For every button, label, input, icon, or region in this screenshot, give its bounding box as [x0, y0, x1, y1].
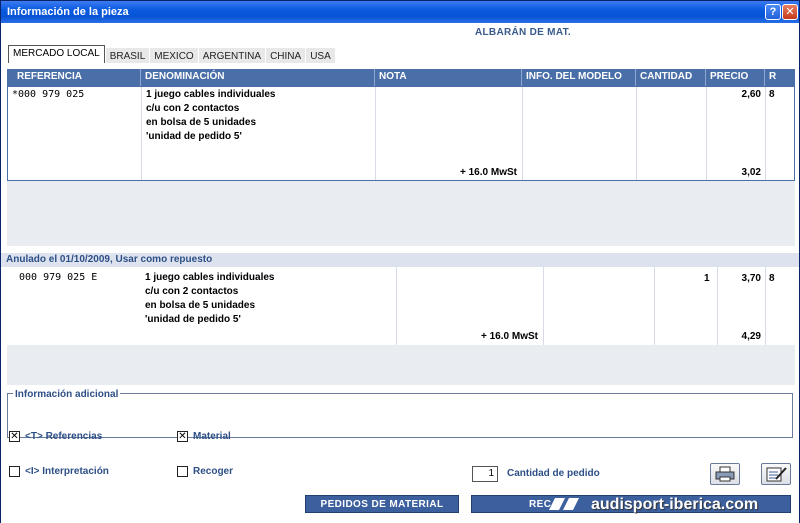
additional-info-label: Información adicional	[13, 389, 121, 400]
price-with-tax: 3,02	[741, 167, 761, 178]
description-line: 'unidad de pedido 5'	[146, 131, 242, 142]
col-nota[interactable]: NOTA	[379, 71, 407, 82]
tax-label: + 16.0 MwSt	[460, 167, 517, 178]
material-label: Material	[193, 431, 231, 442]
divider	[765, 87, 766, 180]
edit-notes-button[interactable]	[761, 463, 791, 485]
window-title: Información de la pieza	[7, 6, 129, 18]
description-line: 1 juego cables individuales	[145, 272, 275, 283]
divider	[543, 267, 544, 345]
col-info-modelo[interactable]: INFO. DEL MODELO	[526, 71, 622, 82]
divider	[635, 69, 636, 86]
table-row[interactable]: 000 979 025 E 1 juego cables individuale…	[7, 267, 795, 345]
divider	[522, 87, 523, 180]
tab-china[interactable]: CHINA	[266, 48, 306, 63]
close-button[interactable]: ✕	[782, 4, 798, 20]
tab-brasil[interactable]: BRASIL	[105, 48, 150, 63]
divider	[705, 69, 706, 86]
tab-mexico[interactable]: MEXICO	[150, 48, 198, 63]
divider	[521, 69, 522, 86]
description-line: c/u con 2 contactos	[146, 103, 240, 114]
part-info-window: Información de la pieza ? ✕ ALBARÁN DE M…	[0, 0, 800, 523]
checkbox-checked-icon[interactable]: ✕	[177, 431, 188, 442]
col-r[interactable]: R	[769, 71, 776, 82]
superseded-notice: Anulado el 01/10/2009, Usar como repuest…	[1, 253, 799, 267]
replacement-reference: 000 979 025 E	[19, 272, 98, 283]
interpretacion-label: <I> Interpretación	[25, 466, 109, 477]
title-bar[interactable]: Información de la pieza ? ✕	[1, 1, 799, 23]
divider	[764, 69, 765, 86]
help-button[interactable]: ?	[765, 4, 781, 20]
checkbox-unchecked-icon[interactable]	[177, 466, 188, 477]
description-line: c/u con 2 contactos	[145, 286, 239, 297]
additional-info-box[interactable]	[7, 393, 793, 438]
market-tabs: MERCADO LOCAL BRASIL MEXICO ARGENTINA CH…	[8, 45, 336, 63]
recoger-label: Recoger	[193, 466, 234, 477]
divider	[140, 69, 141, 86]
tab-mercado-local[interactable]: MERCADO LOCAL	[8, 45, 105, 63]
divider	[717, 267, 718, 345]
empty-area	[7, 181, 795, 246]
audisport-logo-icon	[549, 498, 579, 510]
tax-label: + 16.0 MwSt	[481, 331, 538, 342]
col-cantidad[interactable]: CANTIDAD	[640, 71, 692, 82]
description-line: 1 juego cables individuales	[146, 89, 276, 100]
order-quantity-label: Cantidad de pedido	[507, 468, 600, 479]
description-line: en bolsa de 5 unidades	[146, 117, 257, 128]
tab-argentina[interactable]: ARGENTINA	[198, 48, 266, 63]
divider	[765, 267, 766, 345]
replacement-quantity: 1	[704, 273, 710, 284]
col-referencia[interactable]: REFERENCIA	[17, 71, 82, 82]
notepad-pencil-icon	[766, 467, 787, 482]
order-quantity-input[interactable]: 1	[472, 466, 498, 482]
replacement-description: 1 juego cables individuales c/u con 2 co…	[145, 271, 275, 327]
material-checkbox[interactable]: ✕ Material	[177, 431, 231, 442]
watermark-text: audisport-iberica.com	[591, 496, 759, 513]
col-denominacion[interactable]: DENOMINACIÓN	[145, 71, 224, 82]
divider	[375, 87, 376, 180]
pedidos-de-material-button[interactable]: PEDIDOS DE MATERIAL	[305, 495, 459, 513]
part-description: 1 juego cables individuales c/u con 2 co…	[146, 88, 276, 144]
table-row[interactable]: *000 979 025 1 juego cables individuales…	[7, 86, 795, 181]
interpretacion-checkbox[interactable]: <I> Interpretación	[9, 466, 109, 477]
replacement-price: 3,70	[741, 273, 761, 284]
description-line: en bolsa de 5 unidades	[145, 300, 256, 311]
description-line: 'unidad de pedido 5'	[145, 314, 241, 325]
divider	[636, 87, 637, 180]
checkbox-checked-icon[interactable]: ✕	[9, 431, 20, 442]
table-header: REFERENCIA DENOMINACIÓN NOTA INFO. DEL M…	[7, 69, 795, 86]
client-area: ALBARÁN DE MAT. MERCADO LOCAL BRASIL MEX…	[1, 23, 799, 523]
part-r-value: 8	[769, 89, 775, 100]
watermark: audisport-iberica.com	[549, 492, 799, 518]
divider	[141, 87, 142, 180]
price-with-tax: 4,29	[741, 331, 761, 342]
checkbox-unchecked-icon[interactable]	[9, 466, 20, 477]
tab-usa[interactable]: USA	[306, 48, 335, 63]
document-type-title: ALBARÁN DE MAT.	[475, 27, 571, 38]
empty-area	[7, 345, 795, 385]
part-price: 2,60	[741, 89, 761, 100]
part-reference: *000 979 025	[12, 89, 85, 100]
divider	[706, 87, 707, 180]
divider	[396, 267, 397, 345]
divider	[374, 69, 375, 86]
printer-icon	[715, 466, 735, 482]
col-precio[interactable]: PRECIO	[710, 71, 748, 82]
print-button[interactable]	[710, 463, 740, 485]
recoger-checkbox[interactable]: Recoger	[177, 466, 233, 477]
divider	[654, 267, 655, 345]
replacement-r-value: 8	[769, 273, 775, 284]
referencias-label: <T> Referencias	[25, 431, 103, 442]
referencias-checkbox[interactable]: ✕ <T> Referencias	[9, 431, 102, 442]
